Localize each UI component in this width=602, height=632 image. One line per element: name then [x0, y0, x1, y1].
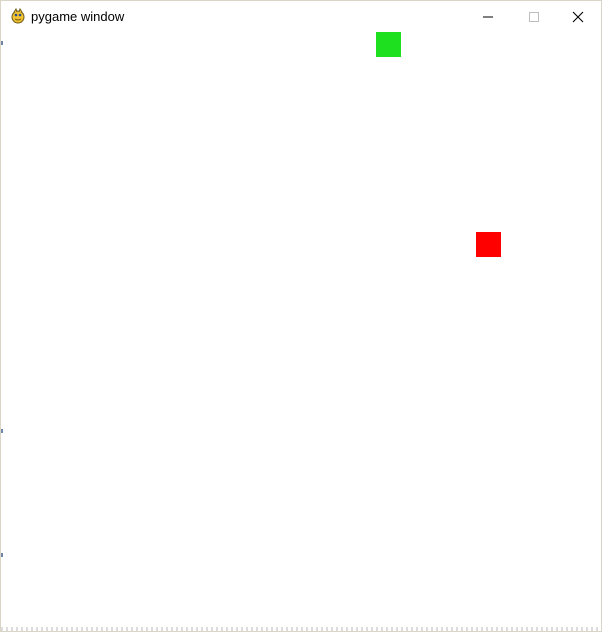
window-title: pygame window — [31, 9, 125, 24]
close-icon — [572, 11, 584, 23]
pygame-icon — [10, 7, 26, 24]
window-edge-mark — [1, 429, 3, 433]
background-text-bleed — [1, 627, 601, 631]
green-block — [376, 32, 401, 57]
window-edge-mark — [1, 553, 3, 557]
game-canvas[interactable] — [1, 32, 601, 631]
title-bar[interactable]: pygame window — [1, 1, 601, 32]
maximize-button[interactable] — [511, 1, 557, 32]
maximize-icon — [529, 12, 539, 22]
window-edge-mark — [1, 41, 3, 45]
minimize-icon — [483, 16, 493, 18]
red-block — [476, 232, 501, 257]
pygame-window: pygame window — [0, 0, 602, 632]
minimize-button[interactable] — [465, 1, 511, 32]
close-button[interactable] — [555, 1, 601, 32]
